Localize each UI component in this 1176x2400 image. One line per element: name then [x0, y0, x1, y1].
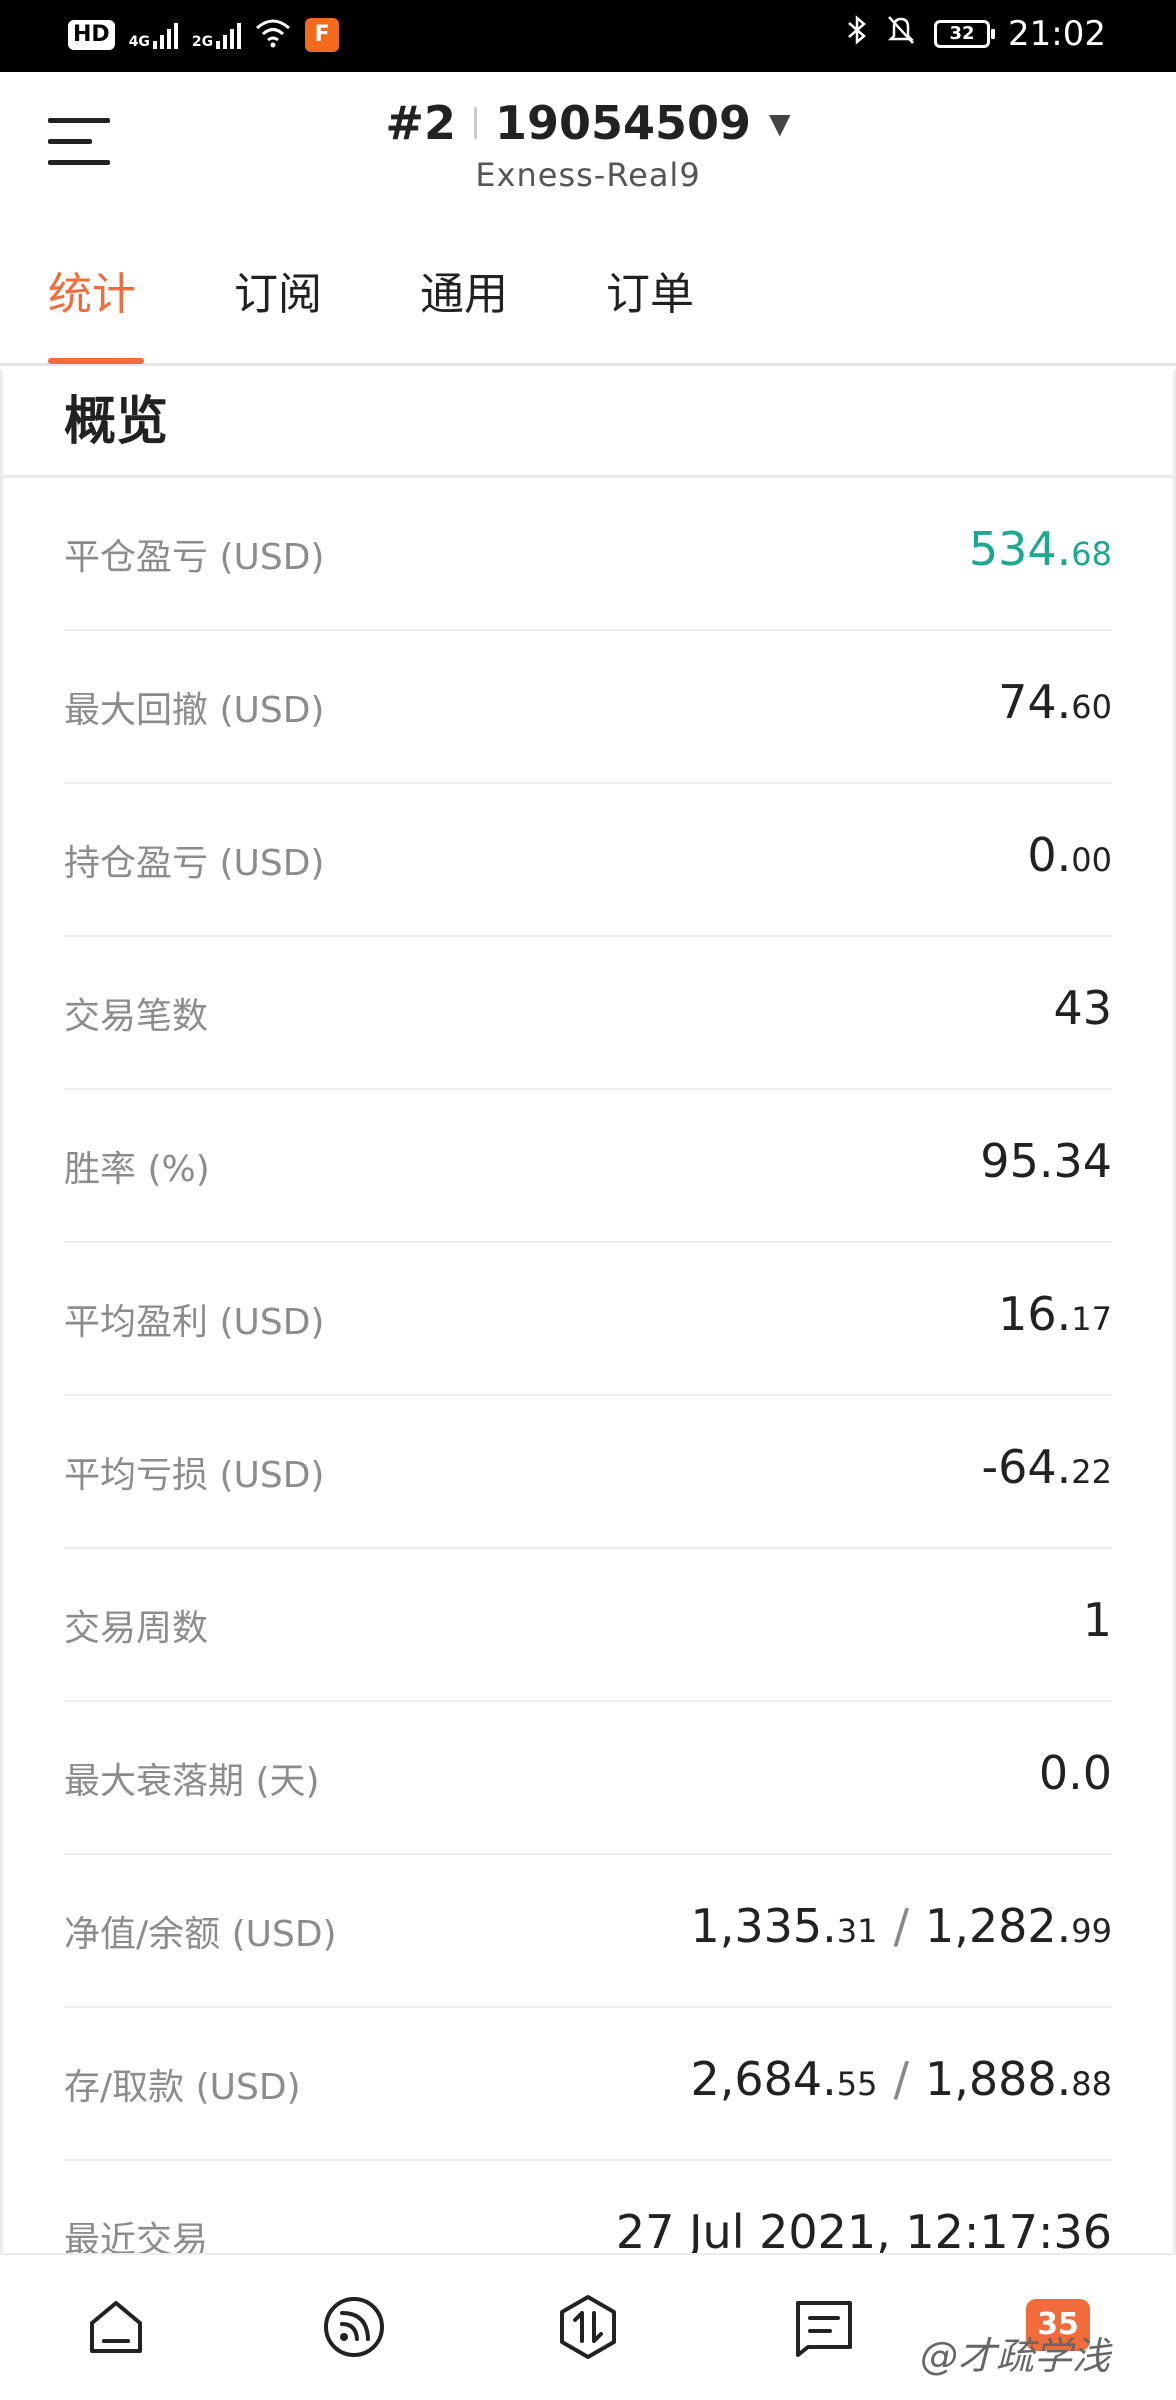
- hd-indicator: HD: [68, 20, 115, 50]
- stat-value: 0.0: [1038, 1746, 1112, 1800]
- stat-row-trade-count: 交易笔数 43: [64, 937, 1112, 1090]
- network-type-1: 4G: [128, 34, 150, 50]
- stat-value: -64.22: [981, 1440, 1112, 1494]
- stat-label: 最大衰落期 (天): [64, 1761, 320, 1802]
- stat-value: 534.68: [968, 522, 1112, 576]
- stat-label: 交易笔数: [64, 996, 209, 1037]
- app-header: #2 19054509 ▼ Exness-Real9: [0, 72, 1176, 216]
- signal-1-icon: 4G: [129, 21, 178, 49]
- stat-row-win-rate: 胜率 (%) 95.34: [64, 1090, 1112, 1243]
- tab-general[interactable]: 通用: [420, 258, 508, 322]
- wifi-icon: [255, 18, 291, 52]
- stat-label: 平均亏损 (USD): [64, 1455, 325, 1496]
- tab-subscriptions[interactable]: 订阅: [234, 258, 322, 322]
- stat-row-max-drawdown: 最大回撤 (USD) 74.60: [64, 631, 1112, 784]
- account-index: #2: [385, 96, 456, 150]
- status-left: HD 4G 2G F: [68, 18, 340, 52]
- stat-value: 16.17: [998, 1287, 1112, 1341]
- stat-value: 74.60: [998, 675, 1112, 729]
- stat-label: 平仓盈亏 (USD): [64, 537, 325, 578]
- stat-value: 27 Jul 2021, 12:17:36: [615, 2205, 1112, 2253]
- signal-2-icon: 2G: [191, 21, 242, 50]
- watermark-text: @才疏学浅: [920, 2334, 1111, 2378]
- stat-row-last-trade: 最近交易 27 Jul 2021, 12:17:36: [64, 2161, 1112, 2253]
- account-separator: [473, 107, 477, 139]
- stat-label: 最大回撤 (USD): [64, 690, 325, 731]
- stat-label: 平均盈利 (USD): [64, 1302, 325, 1343]
- bottom-navigation: 35 @才疏学浅: [0, 2253, 1176, 2400]
- stat-row-deposit-withdraw: 存/取款 (USD) 2,684.55/1,888.88: [64, 2008, 1112, 2161]
- home-icon[interactable]: [80, 2291, 152, 2363]
- account-number: 19054509: [494, 96, 752, 150]
- stat-row-open-pnl: 持仓盈亏 (USD) 0.00: [64, 784, 1112, 937]
- stat-label: 持仓盈亏 (USD): [64, 843, 325, 884]
- section-title-overview: 概览: [64, 392, 169, 452]
- tab-bar: 统计 订阅 通用 订单: [0, 216, 1176, 366]
- stat-value: 2,684.55/1,888.88: [690, 2052, 1112, 2106]
- battery-icon: 32: [934, 20, 996, 48]
- stat-row-avg-loss: 平均亏损 (USD) -64.22: [64, 1396, 1112, 1549]
- app-notification-icon: F: [305, 18, 340, 52]
- stat-label: 最近交易: [64, 2220, 209, 2253]
- account-server: Exness-Real9: [475, 156, 701, 194]
- status-right: 32 21:02: [846, 14, 1106, 54]
- stat-value: 43: [1053, 981, 1112, 1035]
- status-bar: HD 4G 2G F 32 21:02: [0, 0, 1176, 72]
- tab-statistics[interactable]: 统计: [48, 258, 136, 322]
- stat-value: 1: [1082, 1593, 1112, 1647]
- bluetooth-icon: [846, 14, 868, 54]
- card-border-left: [0, 369, 3, 2253]
- tab-orders[interactable]: 订单: [606, 258, 694, 322]
- feed-icon[interactable]: [318, 2291, 390, 2363]
- stat-row-avg-profit: 平均盈利 (USD) 16.17: [64, 1243, 1112, 1396]
- mute-bell-icon: [886, 14, 916, 54]
- stat-row-trading-weeks: 交易周数 1: [64, 1549, 1112, 1702]
- network-type-2: 2G: [191, 34, 214, 50]
- account-line[interactable]: #2 19054509 ▼: [385, 96, 790, 150]
- stat-row-equity-balance: 净值/余额 (USD) 1,335.31/1,282.99: [64, 1855, 1112, 2008]
- stat-label: 存/取款 (USD): [64, 2067, 301, 2108]
- stat-value: 95.34: [980, 1134, 1112, 1188]
- stat-row-closed-pnl: 平仓盈亏 (USD) 534.68: [64, 478, 1112, 631]
- messages-icon[interactable]: [788, 2291, 860, 2363]
- stat-label: 胜率 (%): [64, 1149, 210, 1190]
- active-tab-indicator: [48, 358, 144, 364]
- stat-row-max-decline-period: 最大衰落期 (天) 0.0: [64, 1702, 1112, 1855]
- stat-label: 交易周数: [64, 1608, 209, 1649]
- clock: 21:02: [1008, 14, 1106, 54]
- stat-value: 1,335.31/1,282.99: [690, 1899, 1112, 1953]
- stats-content[interactable]: 概览 平仓盈亏 (USD) 534.68 最大回撤 (USD) 74.60 持仓…: [0, 369, 1176, 2253]
- stat-value: 0.00: [1027, 828, 1112, 882]
- stat-label: 净值/余额 (USD): [64, 1914, 337, 1955]
- caret-down-icon[interactable]: ▼: [769, 107, 791, 140]
- account-selector[interactable]: #2 19054509 ▼ Exness-Real9: [0, 96, 1176, 194]
- trade-icon[interactable]: [552, 2291, 624, 2363]
